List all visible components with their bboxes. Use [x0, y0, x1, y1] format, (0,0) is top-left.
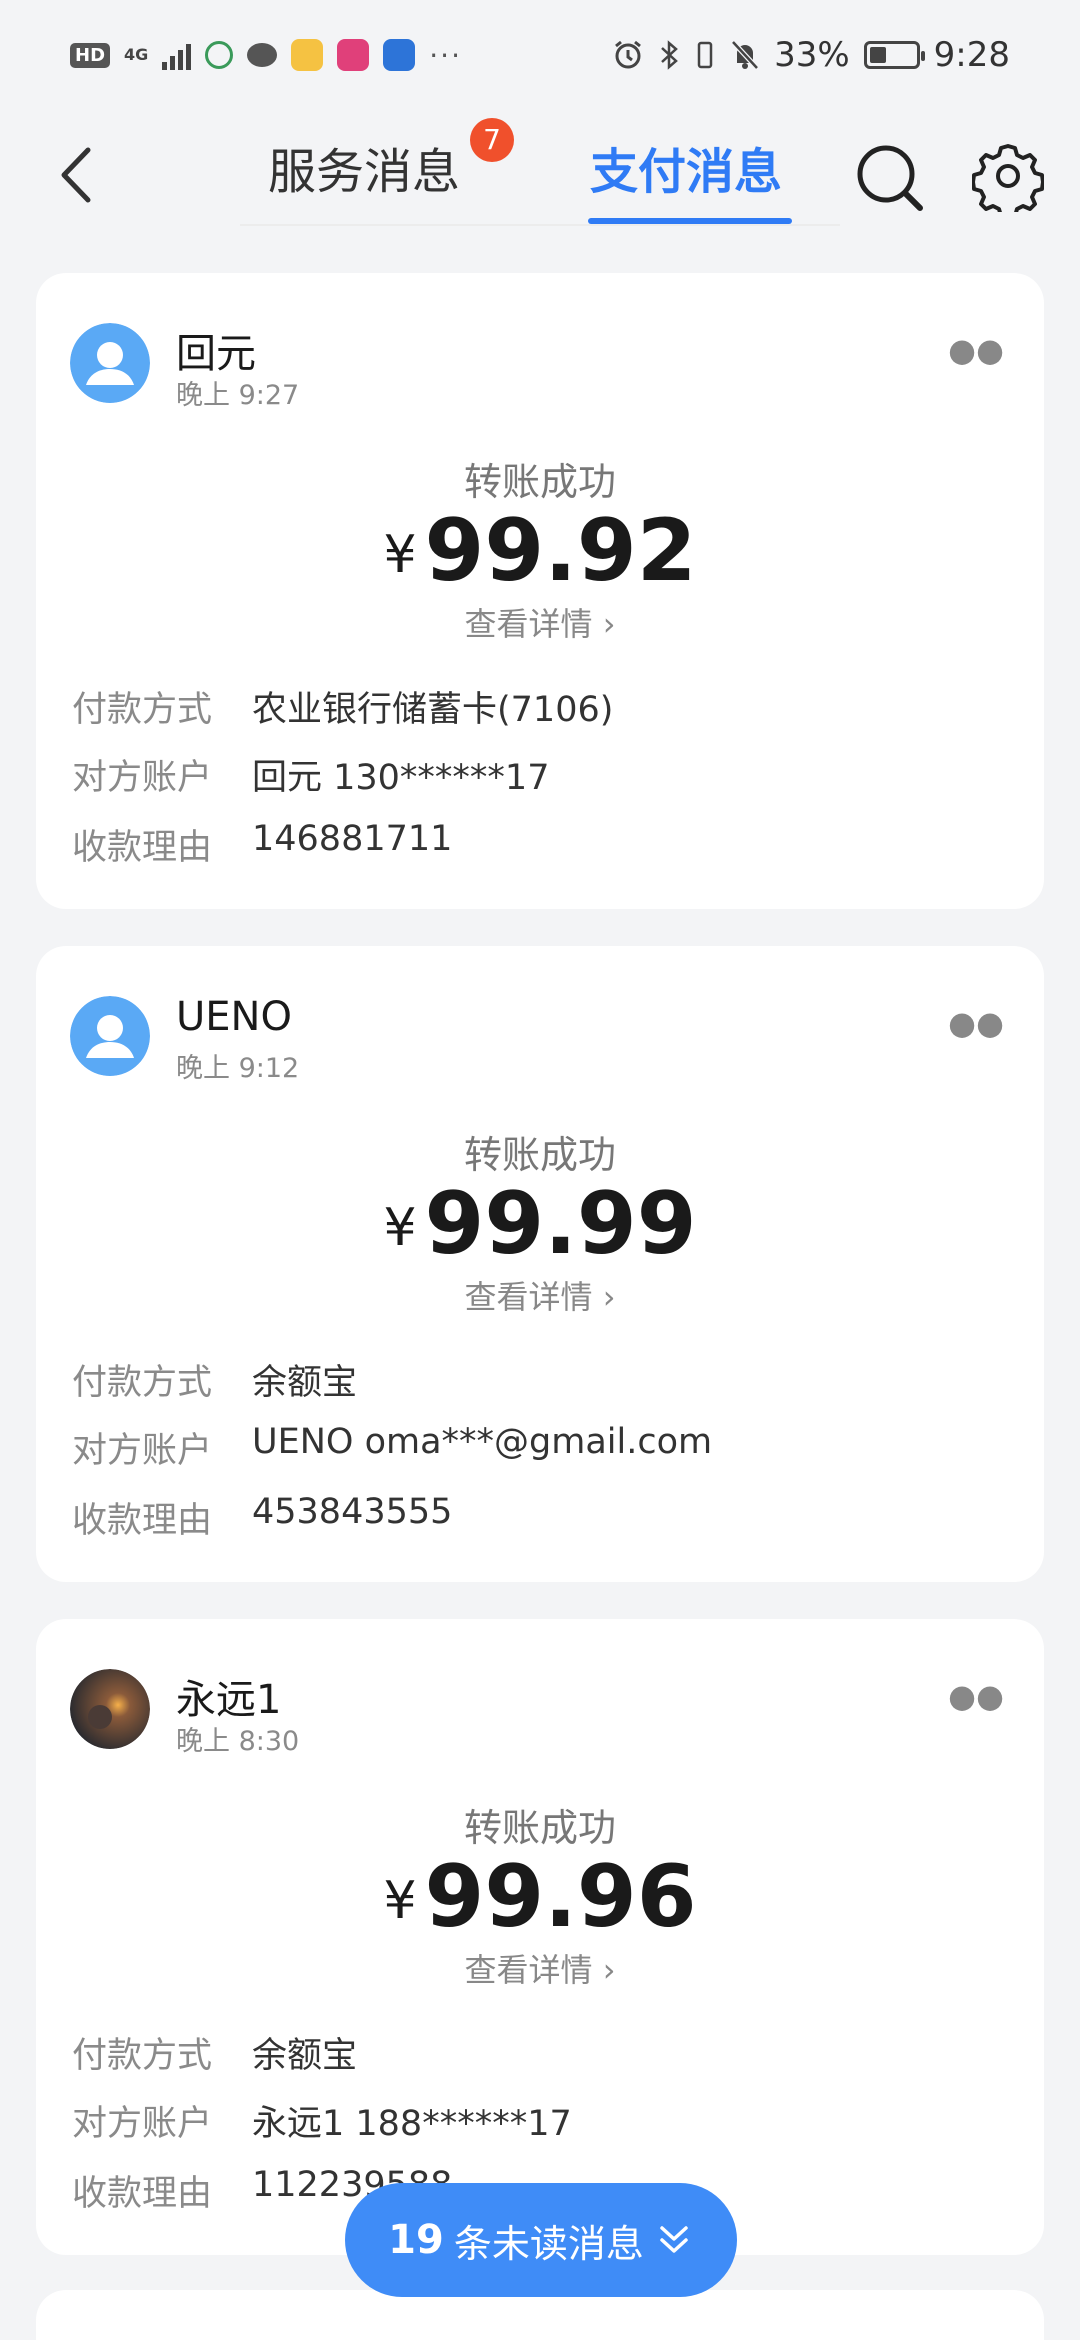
unread-messages-button[interactable]: 19 条未读消息 [345, 2183, 737, 2297]
battery-percent: 33% [774, 35, 850, 75]
view-details-link[interactable]: 查看详情 › [36, 1945, 1044, 1991]
alarm-icon [615, 40, 641, 69]
clock: 9:28 [933, 35, 1010, 75]
field-value: 永远1 188******17 [252, 2104, 572, 2144]
photo-avatar-icon [70, 1669, 150, 1749]
vibrate-icon [697, 41, 713, 69]
hd-icon: HD [70, 42, 111, 68]
more-options-icon[interactable]: ●● [948, 1677, 1004, 1715]
view-details-link[interactable]: 查看详情 › [36, 599, 1044, 645]
search-icon[interactable] [850, 138, 930, 218]
active-tab-indicator [588, 218, 792, 224]
transfer-amount: ¥99.92 [36, 501, 1044, 601]
payment-method-row: 付款方式 余额宝 [72, 2027, 357, 2078]
chevron-right-icon: › [592, 605, 616, 643]
signal-icon [162, 40, 192, 70]
payment-message-card[interactable] [36, 2290, 1044, 2340]
more-options-icon[interactable]: ●● [948, 1004, 1004, 1042]
mute-bell-icon [731, 40, 759, 70]
view-details-label: 查看详情 [464, 1951, 593, 1989]
field-value: 453843555 [252, 1492, 453, 1532]
default-avatar-icon [70, 996, 150, 1076]
status-bar-right: 33% 9:28 [612, 35, 1010, 75]
message-time: 晚上 9:12 [176, 1053, 300, 1084]
header: 服务消息 7 支付消息 [0, 110, 1080, 230]
currency-symbol: ¥ [383, 525, 417, 585]
field-value: 146881711 [252, 819, 453, 859]
car-app-icon [383, 39, 416, 71]
reason-row: 收款理由 453843555 [72, 1492, 452, 1543]
wechat-icon [247, 43, 278, 67]
payment-message-card[interactable]: 永远1 晚上 8:30 ●● 转账成功 ¥99.96 查看详情 › 付款方式 余额… [36, 1619, 1044, 2255]
avatar[interactable] [70, 996, 150, 1076]
transfer-amount: ¥99.99 [36, 1174, 1044, 1274]
battery-icon [863, 41, 925, 69]
transfer-amount: ¥99.96 [36, 1847, 1044, 1947]
app-notification-icon [205, 41, 234, 69]
settings-gear-icon[interactable] [972, 140, 1044, 212]
tab-service-messages[interactable]: 服务消息 [268, 132, 460, 202]
field-value: UENO oma***@gmail.com [252, 1422, 713, 1462]
network-type: 4G [124, 45, 149, 64]
transfer-status: 转账成功 [463, 1133, 616, 1177]
payment-method-row: 付款方式 农业银行储蓄卡(7106) [72, 681, 613, 732]
counterparty-row: 对方账户 回元 130******17 [72, 749, 549, 800]
back-icon[interactable] [50, 140, 110, 210]
transfer-status: 转账成功 [463, 460, 616, 504]
field-value: 农业银行储蓄卡(7106) [252, 690, 614, 730]
field-label: 付款方式 [72, 2036, 213, 2076]
field-label: 收款理由 [72, 2174, 213, 2214]
field-label: 对方账户 [72, 2104, 213, 2144]
currency-symbol: ¥ [383, 1198, 417, 1258]
field-label: 收款理由 [72, 1501, 213, 1541]
field-label: 收款理由 [72, 828, 213, 868]
unread-count: 19 [388, 2217, 444, 2263]
status-bar-left: HD 4G ··· [70, 39, 462, 72]
unread-badge: 7 [470, 118, 514, 162]
counterparty-row: 对方账户 UENO oma***@gmail.com [72, 1422, 712, 1473]
status-bar: HD 4G ··· 33% 9:28 [0, 0, 1080, 110]
payment-message-card[interactable]: 回元 晚上 9:27 ●● 转账成功 ¥99.92 查看详情 › 付款方式 农业银… [36, 273, 1044, 909]
avatar[interactable] [70, 1669, 150, 1749]
field-label: 付款方式 [72, 1363, 213, 1403]
tab-payment-messages[interactable]: 支付消息 [590, 132, 782, 202]
bluetooth-icon [661, 40, 678, 70]
field-value: 回元 130******17 [252, 758, 550, 798]
avatar[interactable] [70, 323, 150, 403]
reason-row: 收款理由 146881711 [72, 819, 452, 870]
field-label: 付款方式 [72, 690, 213, 730]
message-time: 晚上 8:30 [176, 1726, 300, 1757]
counterparty-row: 对方账户 永远1 188******17 [72, 2095, 572, 2146]
chevron-right-icon: › [592, 1951, 616, 1989]
chevron-right-icon: › [592, 1278, 616, 1316]
view-details-link[interactable]: 查看详情 › [36, 1272, 1044, 1318]
payment-method-row: 付款方式 余额宝 [72, 1354, 357, 1405]
double-chevron-down-icon [660, 2226, 688, 2253]
payment-message-card[interactable]: UENO 晚上 9:12 ●● 转账成功 ¥99.99 查看详情 › 付款方式余… [36, 946, 1044, 1582]
shopping-app-icon [337, 39, 370, 71]
amount-value: 99.92 [424, 501, 697, 601]
sender-name: UENO [176, 994, 292, 1040]
weibo-icon [291, 39, 324, 71]
unread-label: 条未读消息 [453, 2221, 644, 2266]
sender-name: 回元 [176, 331, 256, 377]
message-time: 晚上 9:27 [176, 380, 300, 411]
field-label: 对方账户 [72, 758, 213, 798]
amount-value: 99.96 [424, 1847, 697, 1947]
view-details-label: 查看详情 [464, 605, 593, 643]
field-value: 余额宝 [252, 1363, 358, 1403]
field-label: 对方账户 [72, 1431, 213, 1471]
field-value: 余额宝 [252, 2036, 358, 2076]
amount-value: 99.99 [424, 1174, 697, 1274]
default-avatar-icon [70, 323, 150, 403]
transfer-status: 转账成功 [463, 1806, 616, 1850]
view-details-label: 查看详情 [464, 1278, 593, 1316]
currency-symbol: ¥ [383, 1871, 417, 1931]
more-options-icon[interactable]: ●● [948, 331, 1004, 369]
more-notifications-icon: ··· [429, 38, 462, 72]
sender-name: 永远1 [176, 1677, 282, 1723]
tab-divider [240, 224, 840, 226]
